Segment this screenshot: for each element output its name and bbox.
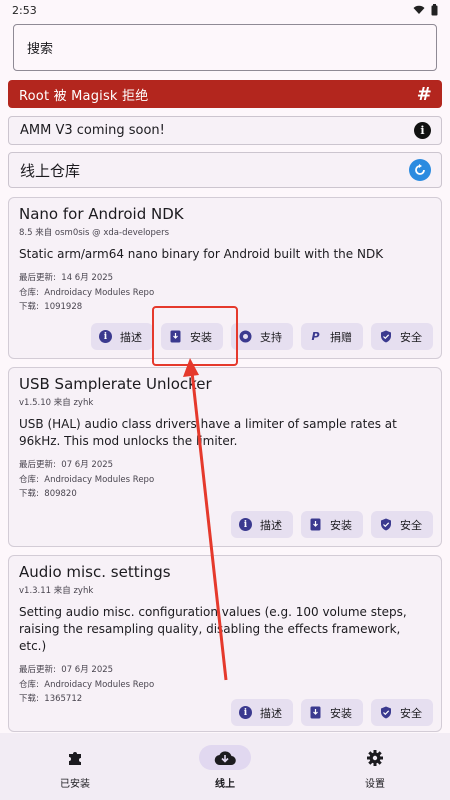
wifi-icon	[413, 5, 425, 14]
module-subtitle: v1.5.10 来自 zyhk	[19, 398, 94, 408]
module-card: Nano for Android NDK 8.5 来自 osm0sis @ xd…	[8, 197, 442, 359]
meta-label: 仓库:	[19, 679, 39, 690]
shield-icon	[379, 330, 392, 343]
module-title: USB Samplerate Unlocker	[19, 375, 212, 393]
module-repo: Androidacy Modules Repo	[44, 679, 155, 690]
nav-installed[interactable]: 已安装	[0, 733, 150, 800]
safety-button[interactable]: 安全	[371, 323, 433, 350]
status-bar: 2:53	[0, 0, 450, 20]
support-button[interactable]: 支持	[231, 323, 293, 350]
module-downloads: 1091928	[44, 302, 83, 312]
donate-button[interactable]: P 捐赠	[301, 323, 363, 350]
module-downloads: 1365712	[44, 694, 83, 704]
module-updated: 07 6月 2025	[61, 460, 114, 470]
meta-label: 最后更新:	[19, 273, 56, 283]
module-title: Audio misc. settings	[19, 563, 171, 581]
root-denied-banner[interactable]: Root 被 Magisk 拒绝 #	[8, 80, 442, 108]
info-icon: i	[99, 330, 112, 343]
cloud-download-icon	[214, 750, 236, 765]
meta-label: 仓库:	[19, 287, 39, 298]
module-title: Nano for Android NDK	[19, 205, 184, 223]
module-downloads: 809820	[44, 489, 77, 499]
install-button[interactable]: 安装	[301, 511, 363, 538]
module-description: USB (HAL) audio class drivers have a lim…	[19, 417, 397, 448]
module-card: USB Samplerate Unlocker v1.5.10 来自 zyhk …	[8, 367, 442, 547]
search-placeholder: 搜索	[27, 42, 54, 57]
meta-label: 最后更新:	[19, 460, 56, 470]
meta-label: 下载:	[19, 489, 39, 499]
module-subtitle: v1.3.11 来自 zyhk	[19, 586, 94, 596]
battery-icon	[431, 4, 438, 16]
root-denied-text: Root 被 Magisk 拒绝	[19, 88, 149, 104]
nav-installed-label: 已安装	[60, 779, 90, 790]
safety-button[interactable]: 安全	[371, 511, 433, 538]
install-button[interactable]: 安装	[301, 699, 363, 726]
shield-icon	[379, 518, 392, 531]
description-button[interactable]: i 描述	[231, 699, 293, 726]
module-card: Audio misc. settings v1.3.11 来自 zyhk Set…	[8, 555, 442, 732]
module-meta: 最后更新: 07 6月 2025 仓库: Androidacy Modules …	[19, 458, 431, 502]
module-updated: 14 6月 2025	[61, 273, 114, 283]
module-description: Static arm/arm64 nano binary for Android…	[19, 247, 384, 261]
install-icon	[169, 330, 182, 343]
meta-label: 仓库:	[19, 474, 39, 485]
module-subtitle: 8.5 来自 osm0sis @ xda-developers	[19, 228, 170, 238]
module-repo: Androidacy Modules Repo	[44, 287, 155, 298]
support-icon	[239, 330, 252, 343]
status-time: 2:53	[12, 3, 37, 17]
refresh-icon[interactable]	[409, 159, 431, 181]
shield-icon	[379, 706, 392, 719]
meta-label: 下载:	[19, 694, 39, 704]
bottom-navigation: 已安装 线上 设置	[0, 733, 450, 800]
description-button[interactable]: i 描述	[91, 323, 153, 350]
nav-online[interactable]: 线上	[150, 733, 300, 800]
module-description: Setting audio misc. configuration values…	[19, 605, 407, 653]
meta-label: 最后更新:	[19, 665, 56, 675]
meta-label: 下载:	[19, 302, 39, 312]
search-input[interactable]: 搜索	[13, 24, 437, 71]
online-repo-banner[interactable]: 线上仓库	[8, 152, 442, 188]
puzzle-icon	[69, 751, 81, 765]
description-button[interactable]: i 描述	[231, 511, 293, 538]
nav-online-label: 线上	[215, 779, 235, 790]
nav-settings[interactable]: 设置	[300, 733, 450, 800]
gear-icon	[367, 749, 383, 766]
amm-banner[interactable]: AMM V3 coming soon! i	[8, 116, 442, 145]
safety-button[interactable]: 安全	[371, 699, 433, 726]
module-repo: Androidacy Modules Repo	[44, 474, 155, 485]
install-button[interactable]: 安装	[161, 323, 223, 350]
hash-icon: #	[416, 83, 432, 105]
nav-settings-label: 设置	[365, 779, 385, 790]
install-icon	[309, 706, 322, 719]
paypal-icon: P	[311, 330, 320, 343]
info-icon: i	[239, 706, 252, 719]
amm-banner-text: AMM V3 coming soon!	[20, 123, 165, 138]
online-repo-text: 线上仓库	[20, 161, 81, 180]
info-icon: i	[239, 518, 252, 531]
info-icon[interactable]: i	[414, 122, 431, 139]
module-meta: 最后更新: 14 6月 2025 仓库: Androidacy Modules …	[19, 271, 431, 315]
install-icon	[309, 518, 322, 531]
module-updated: 07 6月 2025	[61, 665, 114, 675]
